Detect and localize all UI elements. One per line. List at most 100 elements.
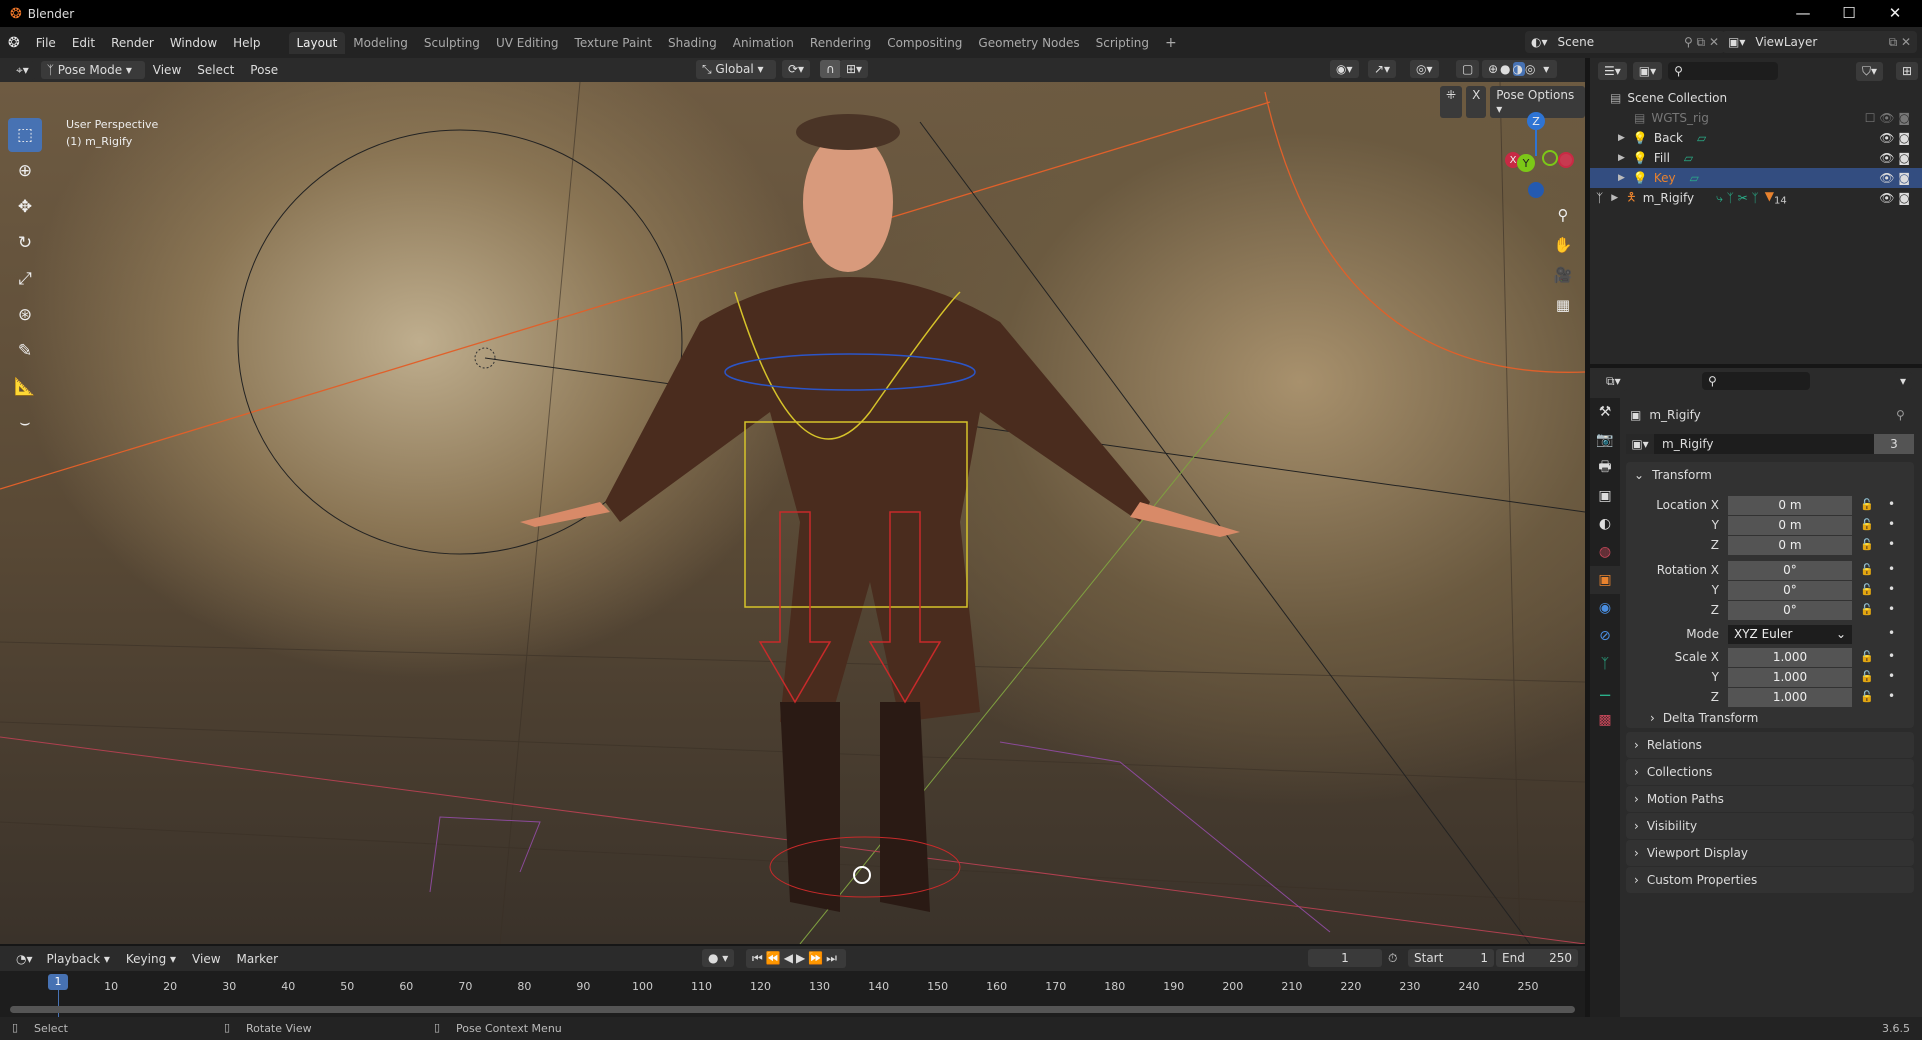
lock-icon[interactable]: 🔓 — [1860, 518, 1874, 531]
keyframe-dot[interactable]: • — [1888, 689, 1895, 703]
tab-scripting[interactable]: Scripting — [1088, 32, 1157, 54]
gizmo-neg-y[interactable] — [1542, 150, 1558, 166]
tab-animation[interactable]: Animation — [725, 32, 802, 54]
outliner-row[interactable]: ▶ 💡 Back ▱ 👁 ◙ — [1590, 128, 1922, 148]
menu-view[interactable]: View — [145, 63, 189, 77]
armature-data-tab-icon[interactable]: ᛉ — [1590, 650, 1620, 678]
camera-view-icon[interactable]: 🎥 — [1550, 262, 1576, 288]
close-button[interactable]: ✕ — [1872, 0, 1918, 27]
row-toggles[interactable]: 👁 ◙ — [1879, 191, 1910, 205]
motion-paths-panel[interactable]: › Motion Paths — [1626, 786, 1914, 812]
outliner-search-input[interactable]: ⚲ — [1668, 62, 1779, 80]
keyframe-dot[interactable]: • — [1888, 626, 1895, 640]
stopwatch-icon[interactable]: ⏱ — [1388, 951, 1397, 966]
measure-tool-icon[interactable]: 📐 — [8, 370, 42, 404]
view-layer-tab-icon[interactable]: ▣ — [1590, 482, 1620, 510]
texture-tab-icon[interactable]: ▩ — [1590, 706, 1620, 734]
delta-transform-subpanel[interactable]: › Delta Transform — [1642, 705, 1758, 731]
select-box-tool-icon[interactable]: ⬚ — [8, 118, 42, 152]
playback-controls[interactable]: ⏮⏪◀▶⏩⏭ — [746, 949, 846, 968]
move-tool-icon[interactable]: ✥ — [8, 190, 42, 224]
user-count[interactable]: 3 — [1874, 434, 1914, 454]
expand-arrow-icon[interactable]: ▶ — [1611, 193, 1618, 203]
keyframe-dot[interactable]: • — [1888, 537, 1895, 551]
display-mode-dropdown[interactable]: ☰▾ — [1598, 62, 1627, 80]
rotate-tool-icon[interactable]: ↻ — [8, 226, 42, 260]
lock-icon[interactable]: 🔓 — [1860, 563, 1874, 576]
lock-icon[interactable]: 🔓 — [1860, 538, 1874, 551]
tab-texture-paint[interactable]: Texture Paint — [567, 32, 660, 54]
gizmo-neg-z[interactable] — [1528, 182, 1544, 198]
rotation-mode-dropdown[interactable]: XYZ Euler ⌄ — [1728, 625, 1852, 644]
properties-search-input[interactable]: ⚲ — [1702, 372, 1810, 390]
rotation-z-field[interactable]: 0° — [1728, 601, 1852, 620]
add-workspace-button[interactable]: + — [1157, 31, 1185, 55]
menu-marker[interactable]: Marker — [229, 952, 286, 966]
tool-tab-icon[interactable]: ⚒ — [1590, 398, 1620, 426]
keyframe-dot[interactable]: • — [1888, 602, 1895, 616]
pin-icon[interactable]: ⚲ ⧉ ✕ — [1684, 35, 1719, 50]
transform-panel-header[interactable]: ⌄ Transform — [1626, 462, 1914, 488]
keyframe-dot[interactable]: • — [1888, 517, 1895, 531]
keyframe-dot[interactable]: • — [1888, 649, 1895, 663]
menu-render[interactable]: Render — [103, 36, 162, 50]
relax-tool-icon[interactable]: ⌣ — [8, 406, 42, 440]
menu-pose[interactable]: Pose — [242, 63, 286, 77]
pivot-dropdown[interactable]: ⟳▾ — [782, 60, 811, 78]
tab-layout[interactable]: Layout — [288, 31, 346, 54]
collections-panel[interactable]: › Collections — [1626, 759, 1914, 785]
lock-icon[interactable]: 🔓 — [1860, 670, 1874, 683]
custom-properties-panel[interactable]: › Custom Properties — [1626, 867, 1914, 893]
tab-rendering[interactable]: Rendering — [802, 32, 879, 54]
lock-icon[interactable]: 🔓 — [1860, 650, 1874, 663]
menu-edit[interactable]: Edit — [64, 36, 103, 50]
expand-arrow-icon[interactable]: ▶ — [1618, 133, 1625, 143]
world-tab-icon[interactable]: ◍ — [1590, 538, 1620, 566]
expand-arrow-icon[interactable]: ▶ — [1618, 173, 1625, 183]
pin-icon[interactable]: ⚲ — [1896, 408, 1905, 422]
keyframe-dot[interactable]: • — [1888, 582, 1895, 596]
scale-y-field[interactable]: 1.000 — [1728, 668, 1852, 687]
scale-tool-icon[interactable]: ⤢ — [8, 262, 42, 296]
viewport-display-panel[interactable]: › Viewport Display — [1626, 840, 1914, 866]
annotate-tool-icon[interactable]: ✎ — [8, 334, 42, 368]
row-toggles[interactable]: 👁 ◙ — [1879, 151, 1910, 165]
navigation-gizmo[interactable]: Z X Y — [1500, 112, 1580, 202]
current-frame-field[interactable]: 1 — [1308, 949, 1382, 967]
zoom-view-icon[interactable]: ⚲ — [1550, 202, 1576, 228]
properties-editor-type[interactable]: ⧉▾ — [1600, 372, 1627, 391]
playhead-frame-indicator[interactable]: 1 — [48, 974, 68, 990]
lock-icon[interactable]: 🔓 — [1860, 603, 1874, 616]
snap-dropdown[interactable]: ⊞▾ — [840, 60, 869, 78]
visibility-dropdown[interactable]: ◉▾ — [1330, 60, 1359, 78]
ortho-toggle-icon[interactable]: ▦ — [1550, 292, 1576, 318]
view-layer-selector[interactable]: ▣▾ ViewLayer ⧉ ✕ — [1722, 31, 1917, 53]
scene-selector[interactable]: ◐▾ Scene ⚲ ⧉ ✕ — [1525, 31, 1725, 53]
outliner-row[interactable]: ▤ WGTS_rig ☐ 👁 ◙ — [1590, 108, 1922, 128]
expand-arrow-icon[interactable]: ▶ — [1618, 153, 1625, 163]
constraints-tab-icon[interactable]: ⊘ — [1590, 622, 1620, 650]
bone-tab-icon[interactable]: ⚊ — [1590, 678, 1620, 706]
outliner-scene-collection[interactable]: ▤ Scene Collection — [1590, 88, 1922, 108]
cursor-tool-icon[interactable]: ⊕ — [8, 154, 42, 188]
visibility-panel[interactable]: › Visibility — [1626, 813, 1914, 839]
outliner-row[interactable]: ᛉ ▶ 🯅 m_Rigify ⤷ ᛉ ✂ ᛉ ▼14 👁 ◙ — [1590, 188, 1922, 208]
tab-sculpting[interactable]: Sculpting — [416, 32, 488, 54]
row-toggles[interactable]: ☐ 👁 ◙ — [1865, 111, 1910, 125]
menu-file[interactable]: File — [28, 36, 64, 50]
row-toggles[interactable]: 👁 ◙ — [1879, 131, 1910, 145]
modifiers-tab-icon[interactable]: ◉ — [1590, 594, 1620, 622]
menu-view[interactable]: View — [184, 952, 228, 966]
object-name-field[interactable]: ▣▾ m_Rigify 3 — [1626, 434, 1914, 454]
view-layer-filter-dropdown[interactable]: ▣▾ — [1632, 62, 1663, 80]
location-x-field[interactable]: 0 m — [1728, 496, 1852, 515]
mirror-icon[interactable]: ⁜ — [1440, 86, 1463, 118]
orientation-dropdown[interactable]: ⤡ Global ▾ — [696, 60, 776, 79]
lock-icon[interactable]: 🔓 — [1860, 690, 1874, 703]
relations-panel[interactable]: › Relations — [1626, 732, 1914, 758]
pan-view-icon[interactable]: ✋ — [1550, 232, 1576, 258]
keyframe-dot[interactable]: • — [1888, 669, 1895, 683]
gizmo-toggle[interactable]: ↗▾ — [1368, 60, 1397, 78]
scale-x-field[interactable]: 1.000 — [1728, 648, 1852, 667]
menu-help[interactable]: Help — [225, 36, 268, 50]
